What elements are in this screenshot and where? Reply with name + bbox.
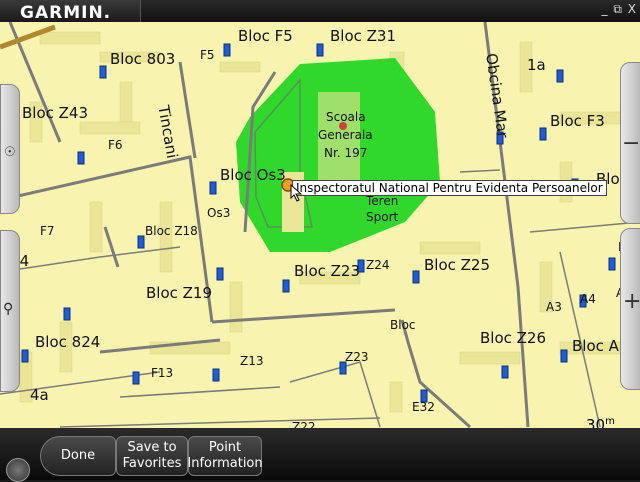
map-label: F6 [108,138,123,152]
map-label: Z22 [292,420,316,428]
map-label: Bloc F3 [550,112,605,130]
map-drawing [0,22,640,428]
map-label: Bloc Z43 [22,104,89,122]
map-label: Bloc Z23 [294,262,361,280]
map-label: Bloc Z31 [330,27,397,45]
zoom-in-button[interactable]: + [623,289,640,314]
zoom-panel-top[interactable]: − [620,62,640,224]
map-label: Bloc F5 [238,27,293,45]
map-label: Scoala [326,110,366,124]
window-controls: _ ⧉ X [600,2,636,17]
map-label: A3 [546,300,562,314]
left-tool-panel[interactable]: ⚲ [0,230,20,392]
left-side-panel[interactable]: ☉ [0,84,20,214]
logo-tab: GARMIN. [0,0,141,23]
pin-tool-icon[interactable]: ⚲ [3,301,13,317]
done-button[interactable]: Done [40,436,116,476]
map-label: Z24 [366,258,390,272]
point-information-button[interactable]: Point Information [187,436,263,476]
map-label: Sport [366,210,399,224]
minimize-button[interactable]: _ [602,2,608,16]
map-label: 1a [527,56,546,74]
map-label: Bloc Z26 [480,329,547,347]
map-label: Bloc 824 [35,333,101,351]
map-label: Z23 [345,350,369,364]
map-label: Bloc Z18 [145,224,198,238]
map-scale: 30m overzoom [578,416,628,428]
close-button[interactable]: X [628,2,636,16]
zoom-panel-bottom[interactable]: + [620,228,640,390]
map-label: Bloc Os3 [220,166,286,184]
compass-icon[interactable]: ☉ [4,145,16,160]
restore-button[interactable]: ⧉ [613,2,622,16]
map-label: Bloc Z25 [424,256,491,274]
map-label: Generala [318,128,373,142]
map-label: Bloc Z19 [146,284,213,302]
map-label: 4a [30,386,49,404]
cursor-icon [290,184,303,202]
map-label: E32 [412,400,435,414]
scale-bar-icon [578,418,628,428]
map-label: Bloc 803 [110,50,176,68]
map-label: Bloc [390,318,416,332]
poi-tooltip[interactable]: Inspectoratul National Pentru Evidenta P… [292,180,607,196]
map-view[interactable]: Bloc F5 Bloc Z31 Bloc 803 Bloc Z43 Tinca… [0,22,640,428]
map-label: F13 [151,366,174,380]
map-label: F7 [40,224,55,238]
map-label: A4 [580,292,596,306]
map-label: Nr. 197 [324,146,368,160]
zoom-out-button[interactable]: − [622,131,640,156]
map-label: F5 [200,48,215,62]
map-label: Z13 [240,354,264,368]
title-bar: GARMIN. _ ⧉ X [0,0,640,23]
garmin-logo: GARMIN. [20,3,112,23]
save-to-favorites-button[interactable]: Save to Favorites [116,436,188,476]
map-label: Os3 [207,206,231,220]
back-icon[interactable] [6,458,30,482]
map-label: Teren [366,194,399,208]
